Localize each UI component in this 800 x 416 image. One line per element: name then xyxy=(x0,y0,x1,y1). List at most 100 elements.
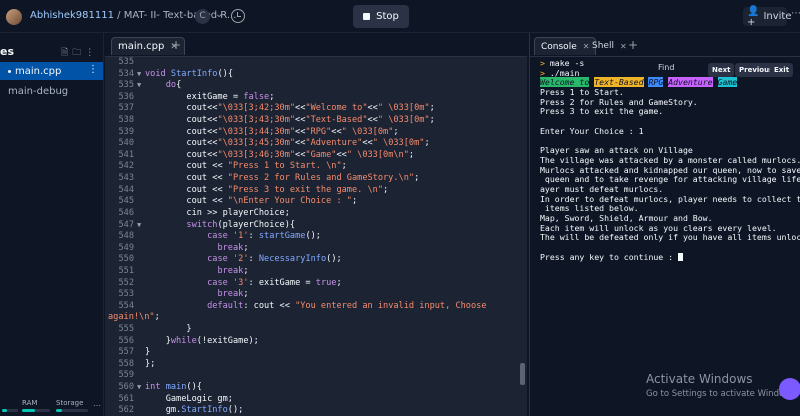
code-line[interactable]: 535 ▼ do{ xyxy=(105,80,527,92)
invite-button[interactable]: 👤+ Invite xyxy=(743,5,792,28)
code-line[interactable]: 551 break; xyxy=(105,266,527,278)
code-line[interactable]: again!\n"; xyxy=(105,312,527,324)
console-output[interactable]: > make -s > ./main Welcome to Text-Based R… xyxy=(540,58,800,262)
line-number: 556 xyxy=(118,335,134,346)
new-file-icon[interactable]: 🗎 xyxy=(61,48,72,58)
tab-shell[interactable]: Shell ✕ xyxy=(586,37,633,55)
code-line[interactable]: 558}; xyxy=(105,359,527,371)
ram-bar xyxy=(22,409,50,412)
windows-watermark: Activate Windows Go to Settings to activ… xyxy=(646,372,798,399)
add-tab-icon[interactable]: + xyxy=(628,38,638,52)
line-number: 537 xyxy=(118,103,134,114)
line-number: 546 xyxy=(118,207,134,218)
fold-icon[interactable]: ▼ xyxy=(137,382,141,394)
fold-icon[interactable]: ▼ xyxy=(137,69,141,81)
fold-icon[interactable]: ▼ xyxy=(137,220,141,232)
storage-bar xyxy=(56,409,88,412)
code-line[interactable]: 553 break; xyxy=(105,289,527,301)
code-line[interactable]: 556 }while(!exitGame); xyxy=(105,336,527,348)
code-line[interactable]: 547 ▼ switch(playerChoice){ xyxy=(105,220,527,232)
cpu-bar xyxy=(2,409,18,412)
code-line[interactable]: 540 cout<<"\033[3;45;30m"<<"Adventure"<<… xyxy=(105,138,527,150)
console-line: The will be defeated only if you have al… xyxy=(540,232,800,243)
file-item-main-cpp[interactable]: main.cpp ⋮ xyxy=(0,62,103,80)
add-user-icon: 👤+ xyxy=(747,5,760,28)
code-line[interactable]: 544 cout << "Press 3 to exit the game. \… xyxy=(105,185,527,197)
language-icon[interactable]: C xyxy=(195,9,210,24)
code-line[interactable]: 548 case '1': startGame(); xyxy=(105,231,527,243)
line-number: 541 xyxy=(118,149,134,160)
console-line: Press 3 to exit the game. xyxy=(540,106,664,117)
ram-fill xyxy=(22,409,35,412)
code-text: break; xyxy=(217,289,249,300)
add-tab-icon[interactable]: + xyxy=(171,38,181,52)
top-bar: Abhishek981111 / MAT- II- Text-based R..… xyxy=(0,0,800,33)
console-line: Enter Your Choice : 1 xyxy=(540,125,644,136)
line-number: 543 xyxy=(118,173,134,184)
line-number: 540 xyxy=(118,138,134,149)
prompt-icon: > xyxy=(540,58,550,68)
code-editor[interactable]: main.cpp ✕ + 535 534 ▼ void StartInfo(){535… xyxy=(105,33,527,416)
line-number: 547 xyxy=(118,219,134,230)
code-line[interactable]: 561 GameLogic gm; xyxy=(105,394,527,406)
files-sidebar: es 🗎🗀⋮ main.cpp ⋮ main-debug RAM Storage… xyxy=(0,33,104,416)
line-number: 535 xyxy=(118,57,134,67)
code-line[interactable]: 539 cout<<"\033[3;44;30m"<<"RPG"<<" \033… xyxy=(105,127,527,139)
code-line[interactable]: 542 cout << "Press 1 to Start. \n"; xyxy=(105,161,527,173)
code-line[interactable]: 535 xyxy=(105,57,527,69)
line-number: 536 xyxy=(118,91,134,102)
fold-icon[interactable]: ▼ xyxy=(137,80,141,92)
username-link[interactable]: Abhishek981111 xyxy=(30,10,114,21)
code-text: cout<<"\033[3;44;30m"<<"RPG"<<" \033[0m"… xyxy=(145,126,399,137)
code-line[interactable]: 562 gm.StartInfo(); xyxy=(105,405,527,416)
code-line[interactable]: 541 cout<<"\033[3;46;30m"<<"Game"<<" \03… xyxy=(105,150,527,162)
code-line[interactable]: 534 ▼ void StartInfo(){ xyxy=(105,69,527,81)
code-line[interactable]: 554 default: cout << "You entered an inv… xyxy=(105,301,527,313)
code-line[interactable]: 538 cout<<"\033[3;43;30m"<<"Text-Based"<… xyxy=(105,115,527,127)
avatar[interactable] xyxy=(6,9,22,25)
code-line[interactable]: 543 cout << "Press 2 for Rules and GameS… xyxy=(105,173,527,185)
code-line[interactable]: 549 break; xyxy=(105,243,527,255)
file-menu-icon[interactable]: ⋮ xyxy=(88,64,98,75)
stop-label: Stop xyxy=(376,11,399,22)
code-line[interactable]: 545 cout << "\nEnter Your Choice : "; xyxy=(105,196,527,208)
code-text: default: cout << "You entered an invalid… xyxy=(207,300,487,311)
code-text: cout<<"\033[3;43;30m"<<"Text-Based"<<" \… xyxy=(145,115,435,126)
code-line[interactable]: 546 cin >> playerChoice; xyxy=(105,208,527,220)
line-number: 550 xyxy=(118,254,134,265)
more-icon[interactable]: ⋮ xyxy=(85,48,98,58)
sidebar-title: es xyxy=(0,45,15,58)
breadcrumb-separator: / xyxy=(113,10,124,21)
code-line[interactable]: 559 xyxy=(105,370,527,382)
file-item-main-debug[interactable]: main-debug xyxy=(0,82,103,100)
code-area[interactable]: 535 534 ▼ void StartInfo(){535 ▼ do{536 exit… xyxy=(105,57,527,416)
code-line[interactable]: 560 ▼ int main(){ xyxy=(105,382,527,394)
line-number: 542 xyxy=(118,161,134,172)
code-text: case '1': startGame(); xyxy=(207,231,321,242)
code-line[interactable]: 536 exitGame = false; xyxy=(105,92,527,104)
line-number: 559 xyxy=(118,370,134,381)
chat-bubble-button[interactable] xyxy=(779,378,800,400)
line-number: 535 xyxy=(118,80,134,91)
code-line[interactable]: 555 } xyxy=(105,324,527,336)
file-name: main.cpp xyxy=(15,65,62,77)
storage-fill xyxy=(56,409,63,412)
new-folder-icon[interactable]: 🗀 xyxy=(72,48,85,58)
code-line[interactable]: 557} xyxy=(105,347,527,359)
code-line[interactable]: 537 cout<<"\033[3;42;30m"<<"Welcome to"<… xyxy=(105,103,527,115)
more-icon[interactable]: ⋯ xyxy=(791,8,800,19)
line-number: 534 xyxy=(118,68,134,79)
code-text: break; xyxy=(217,265,249,276)
code-line[interactable]: 550 case '2': NecessaryInfo(); xyxy=(105,254,527,266)
resources-menu-icon[interactable]: ⋯ xyxy=(93,401,101,410)
line-number: 552 xyxy=(118,277,134,288)
ram-label: RAM xyxy=(22,399,38,407)
cpu-fill xyxy=(2,409,7,412)
history-icon[interactable] xyxy=(231,9,245,23)
editor-scrollbar[interactable] xyxy=(520,363,525,385)
chevron-down-icon[interactable]: ⌄ xyxy=(215,9,223,20)
stop-button[interactable]: Stop xyxy=(353,5,409,28)
close-icon[interactable]: ✕ xyxy=(620,42,627,51)
banner-word: Text-Based xyxy=(594,77,644,88)
code-line[interactable]: 552 case '3': exitGame = true; xyxy=(105,278,527,290)
